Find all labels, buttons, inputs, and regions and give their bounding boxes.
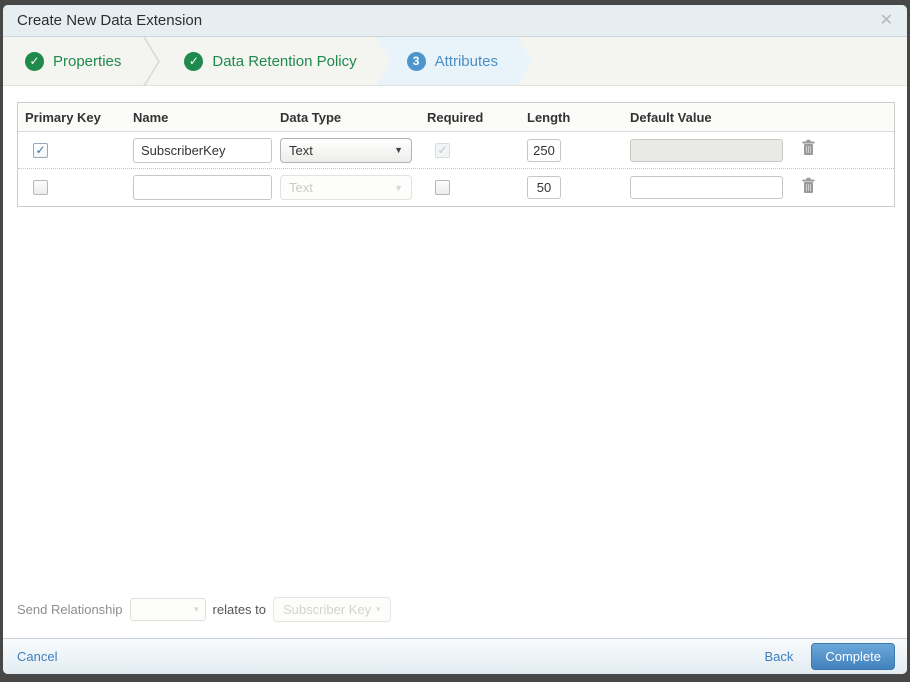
data-type-select: Text ▼ [280, 175, 412, 200]
relates-to-label: relates to [212, 602, 267, 617]
step-separator-chevron-icon [141, 36, 162, 86]
column-header-required: Required [427, 109, 484, 125]
table-row: Text ▼ [18, 169, 894, 206]
modal-title: Create New Data Extension [17, 12, 203, 29]
required-checkbox[interactable] [435, 180, 450, 195]
attributes-panel: Primary Key Name Data Type Required Leng… [3, 86, 907, 638]
primary-key-checkbox[interactable]: ✓ [33, 142, 48, 158]
chevron-down-icon: ▼ [394, 182, 403, 193]
chevron-down-icon: ▾ [376, 604, 381, 614]
column-header-default-value: Default Value [630, 109, 712, 125]
field-name-input[interactable] [133, 137, 272, 163]
data-type-select[interactable]: Text ▼ [280, 137, 412, 163]
step-attributes[interactable]: 3 Attributes [377, 37, 532, 85]
step-properties[interactable]: ✓ Properties [3, 37, 141, 85]
complete-button[interactable]: Complete [811, 643, 895, 670]
step-complete-check-icon: ✓ [25, 51, 44, 71]
required-checkbox: ✓ [435, 142, 450, 158]
trash-icon[interactable] [801, 139, 816, 156]
length-input[interactable] [527, 138, 561, 162]
chevron-down-icon: ▼ [394, 145, 403, 155]
modal-titlebar: Create New Data Extension ✕ [3, 5, 907, 37]
step-label: Attributes [434, 52, 498, 70]
step-complete-check-icon: ✓ [184, 51, 204, 71]
wizard-steps: ✓ Properties ✓ Data Retention Policy 3 A… [3, 36, 907, 86]
cancel-link[interactable]: Cancel [17, 649, 57, 664]
back-link[interactable]: Back [764, 649, 793, 664]
step-data-retention-policy[interactable]: ✓ Data Retention Policy [162, 37, 376, 85]
subscriber-key-dropdown: Subscriber Key ▾ [273, 597, 391, 622]
send-relationship-label: Send Relationship [17, 602, 123, 617]
send-relationship-row: Send Relationship ▾ relates to Subscribe… [17, 597, 893, 628]
column-header-data-type: Data Type [280, 109, 342, 125]
field-name-input[interactable] [133, 175, 272, 200]
table-header-row: Primary Key Name Data Type Required Leng… [18, 103, 894, 132]
step-number-badge: 3 [407, 52, 426, 71]
column-header-name: Name [133, 109, 169, 125]
default-value-input [630, 138, 783, 162]
create-data-extension-modal: Create New Data Extension ✕ ✓ Properties… [3, 5, 907, 674]
length-input[interactable] [527, 176, 561, 199]
step-label: Data Retention Policy [212, 52, 357, 70]
table-row: ✓ Text ▼ ✓ [18, 132, 894, 169]
close-icon[interactable]: ✕ [880, 12, 893, 29]
modal-footer: Cancel Back Complete [3, 638, 907, 674]
primary-key-checkbox[interactable] [33, 180, 48, 195]
step-label: Properties [53, 52, 122, 70]
column-header-primary-key: Primary Key [25, 109, 101, 125]
trash-icon[interactable] [801, 177, 816, 194]
default-value-input[interactable] [630, 176, 783, 199]
chevron-down-icon: ▾ [194, 604, 199, 614]
send-relationship-select: ▾ [129, 598, 206, 621]
attributes-table: Primary Key Name Data Type Required Leng… [17, 102, 895, 207]
column-header-length: Length [527, 109, 571, 125]
